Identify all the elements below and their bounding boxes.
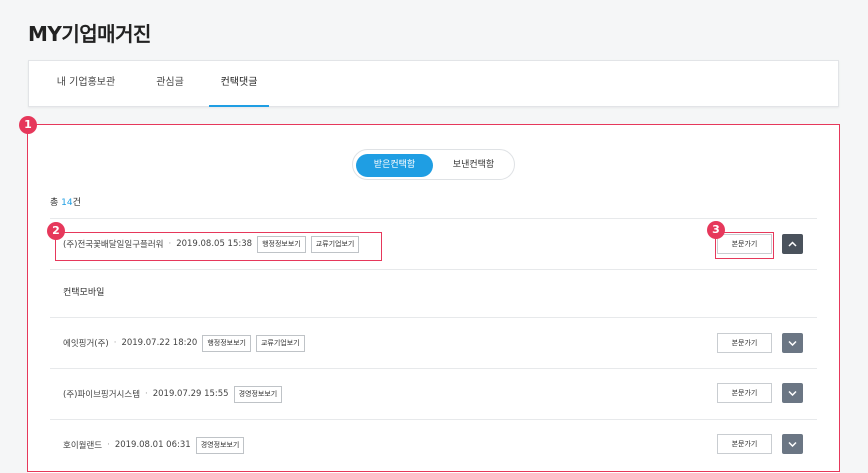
page-title: MY기업매거진 bbox=[28, 22, 151, 46]
annotation-badge: 3 bbox=[707, 221, 725, 239]
tab-bar: 내 기업홍보관 관심글 컨택댓글 bbox=[28, 60, 839, 107]
annotation-box-row-info bbox=[55, 232, 382, 261]
tab-contact-comments[interactable]: 컨택댓글 bbox=[209, 61, 269, 107]
tab-interests[interactable]: 관심글 bbox=[152, 61, 188, 107]
annotation-badge: 2 bbox=[47, 222, 65, 240]
annotation-badge: 1 bbox=[19, 116, 37, 134]
annotation-box-view-button bbox=[715, 232, 774, 259]
tab-company-promo[interactable]: 내 기업홍보관 bbox=[49, 61, 123, 107]
annotation-box-list bbox=[27, 124, 840, 472]
